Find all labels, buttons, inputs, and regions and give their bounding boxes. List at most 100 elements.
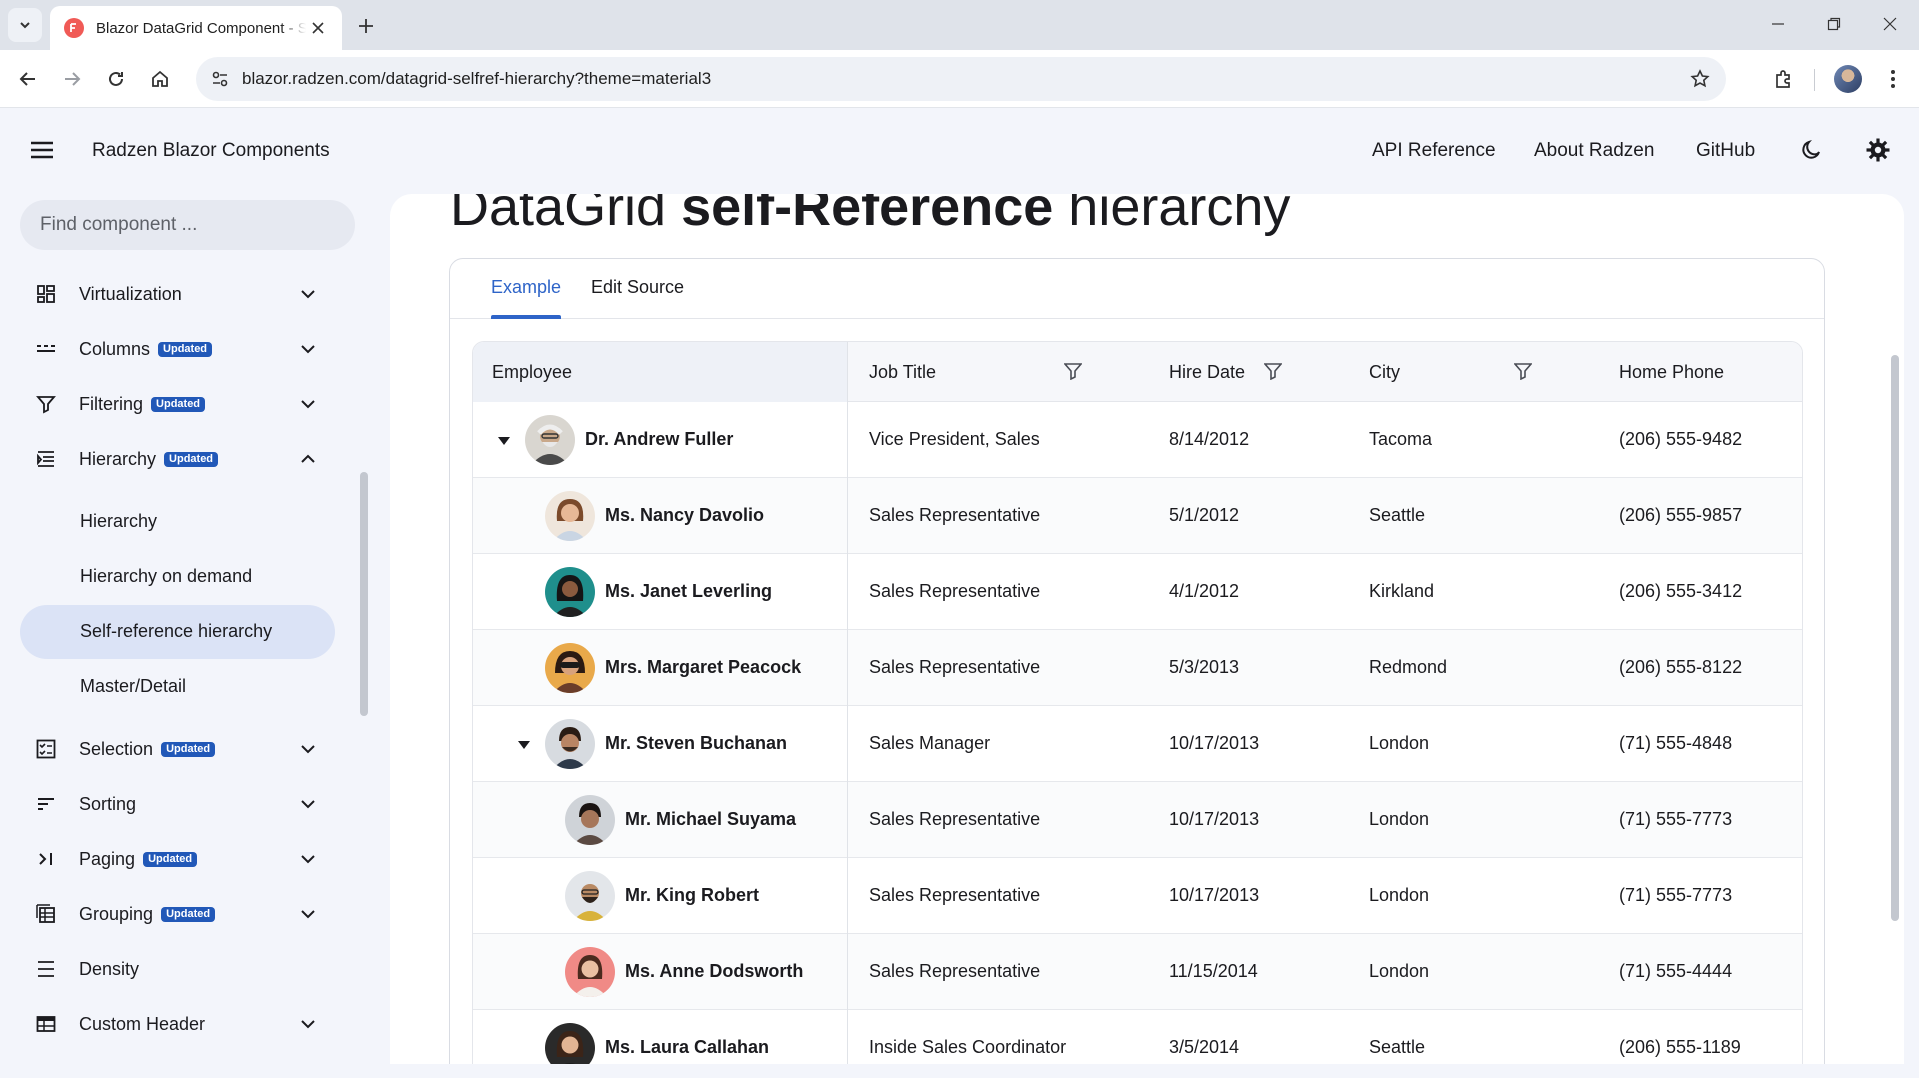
employee-avatar: [545, 719, 595, 769]
home-phone-cell: (71) 555-7773: [1619, 885, 1733, 905]
job-title-cell: Sales Representative: [869, 961, 1041, 981]
new-tab-button[interactable]: [350, 10, 382, 42]
chevron-down-icon: [296, 337, 320, 361]
arrow-right-icon: [65, 72, 81, 86]
sidebar-toggle-button[interactable]: [22, 130, 62, 170]
table-row[interactable]: Mr. Michael Suyama Sales Representative …: [473, 782, 1802, 858]
job-title-cell: Sales Representative: [869, 885, 1041, 905]
sidebar-item-columns[interactable]: Columns Updated: [20, 325, 335, 373]
header-employee[interactable]: Employee: [492, 362, 572, 383]
table-row[interactable]: Mrs. Margaret Peacock Sales Representati…: [473, 630, 1802, 706]
table-row[interactable]: Ms. Laura Callahan Inside Sales Coordina…: [473, 1010, 1802, 1064]
sidebar-scrollbar[interactable]: [360, 472, 368, 716]
city-filter-icon[interactable]: [1512, 360, 1534, 382]
main-scrollbar[interactable]: [1891, 355, 1899, 921]
puzzle-icon: [1776, 70, 1790, 88]
job-title-filter-icon[interactable]: [1062, 360, 1084, 382]
sidebar-item-filtering[interactable]: Filtering Updated: [20, 380, 335, 428]
home-button[interactable]: [142, 61, 178, 97]
city-cell: Seattle: [1369, 505, 1426, 525]
updated-badge: Updated: [161, 741, 216, 757]
close-window-button[interactable]: [1874, 10, 1906, 38]
employee-name: Ms. Laura Callahan: [605, 1037, 770, 1057]
search-input[interactable]: [20, 200, 355, 250]
sidebar-subitem-hierarchy[interactable]: Hierarchy: [20, 495, 335, 549]
employee-avatar: [565, 795, 615, 845]
reload-button[interactable]: [98, 61, 134, 97]
header-home-phone[interactable]: Home Phone: [1619, 362, 1724, 383]
sidebar-item-label: Paging Updated: [79, 849, 198, 870]
table-row[interactable]: Ms. Janet Leverling Sales Representative…: [473, 554, 1802, 630]
sidebar-item-paging[interactable]: Paging Updated: [20, 835, 335, 883]
updated-badge: Updated: [161, 906, 216, 922]
toolbar-divider: [1814, 69, 1815, 91]
table-row[interactable]: Ms. Anne Dodsworth Sales Representative …: [473, 934, 1802, 1010]
address-bar[interactable]: blazor.radzen.com/datagrid-selfref-hiera…: [196, 57, 1726, 101]
tab-edit-source[interactable]: Edit Source: [591, 277, 684, 298]
sidebar-subitem-hierarchy-on-demand[interactable]: Hierarchy on demand: [20, 550, 335, 604]
hire-date-cell: 11/15/2014: [1169, 961, 1258, 981]
chevron-down-icon: [296, 392, 320, 416]
browser-menu-button[interactable]: [1878, 61, 1908, 97]
url-text[interactable]: blazor.radzen.com/datagrid-selfref-hiera…: [242, 69, 711, 89]
home-phone-cell: (206) 555-3412: [1619, 581, 1743, 601]
sidebar-item-sorting[interactable]: Sorting: [20, 780, 335, 828]
back-button[interactable]: [10, 61, 46, 97]
sidebar-subitem-master-detail[interactable]: Master/Detail: [20, 660, 335, 714]
sidebar-item-density[interactable]: Density: [20, 945, 335, 993]
city-cell: Kirkland: [1369, 581, 1435, 601]
tab-close-button[interactable]: [306, 16, 330, 40]
city-cell: London: [1369, 961, 1430, 981]
sidebar-item-virtualization[interactable]: Virtualization: [20, 270, 335, 318]
header-hire-date[interactable]: Hire Date: [1169, 362, 1245, 383]
frozen-column-divider: [847, 342, 848, 1064]
restore-icon: [1827, 17, 1841, 31]
table-row[interactable]: Mr. King Robert Sales Representative 10/…: [473, 858, 1802, 934]
sidebar-subitem-self-reference-hierarchy[interactable]: Self-reference hierarchy: [20, 605, 335, 659]
hire-date-cell: 5/1/2012: [1169, 505, 1240, 525]
github-link[interactable]: GitHub: [1696, 140, 1755, 162]
app-title[interactable]: Radzen Blazor Components: [92, 140, 330, 162]
city-cell: Redmond: [1369, 657, 1448, 677]
settings-button[interactable]: [1862, 134, 1894, 166]
theme-toggle-button[interactable]: [1796, 134, 1828, 166]
hire-date-filter-icon[interactable]: [1262, 360, 1284, 382]
tab-example[interactable]: Example: [491, 277, 561, 298]
browser-tab[interactable]: Blazor DataGrid Component - Self-referen…: [50, 6, 342, 50]
tab-search-button[interactable]: [8, 8, 42, 42]
employee-avatar: [545, 491, 595, 541]
site-info-button[interactable]: [204, 63, 236, 95]
columns-icon: [34, 337, 58, 361]
hierarchy-icon: [34, 447, 58, 471]
updated-badge: Updated: [158, 341, 213, 357]
restore-button[interactable]: [1818, 10, 1850, 38]
header-job-title[interactable]: Job Title: [869, 362, 936, 383]
sidebar-item-label: Filtering Updated: [79, 394, 206, 415]
collapse-caret-icon[interactable]: [495, 432, 513, 450]
profile-avatar[interactable]: [1834, 65, 1862, 93]
job-title-cell: Vice President, Sales: [869, 429, 1040, 449]
sidebar-item-hierarchy[interactable]: Hierarchy Updated: [20, 435, 335, 483]
component-search[interactable]: [20, 200, 355, 250]
minimize-button[interactable]: [1762, 10, 1794, 38]
updated-badge: Updated: [164, 451, 219, 467]
table-row[interactable]: Dr. Andrew Fuller Vice President, Sales …: [473, 402, 1802, 478]
sidebar-item-selection[interactable]: Selection Updated: [20, 725, 335, 773]
sidebar-item-grouping[interactable]: Grouping Updated: [20, 890, 335, 938]
sidebar-item-custom-header[interactable]: Custom Header: [20, 1000, 335, 1048]
header-city[interactable]: City: [1369, 362, 1400, 383]
table-row[interactable]: Mr. Steven Buchanan Sales Manager 10/17/…: [473, 706, 1802, 782]
collapse-caret-icon[interactable]: [515, 736, 533, 754]
about-radzen-link[interactable]: About Radzen: [1534, 140, 1654, 162]
grouping-icon: [34, 902, 58, 926]
table-row[interactable]: Ms. Nancy Davolio Sales Representative 5…: [473, 478, 1802, 554]
city-cell: Seattle: [1369, 1037, 1426, 1057]
bookmark-button[interactable]: [1686, 65, 1714, 93]
chevron-down-icon: [296, 847, 320, 871]
city-cell: London: [1369, 733, 1430, 753]
extensions-button[interactable]: [1766, 61, 1802, 97]
api-reference-link[interactable]: API Reference: [1372, 140, 1496, 162]
density-icon: [34, 957, 58, 981]
forward-button[interactable]: [54, 61, 90, 97]
employee-avatar: [545, 643, 595, 693]
